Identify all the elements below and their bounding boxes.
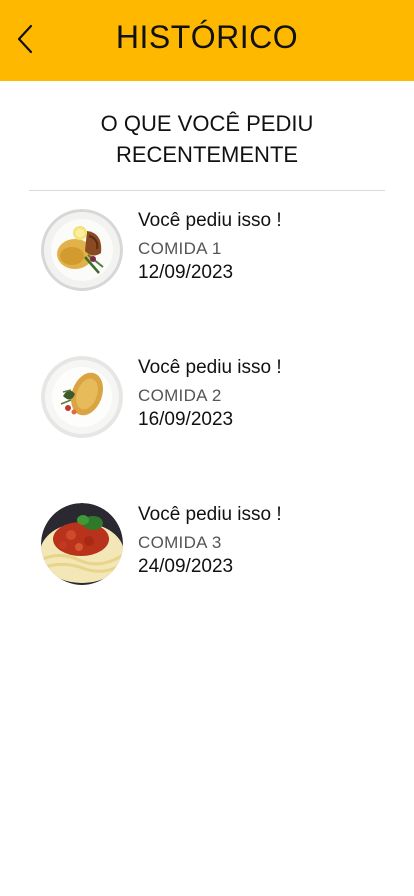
order-item-3[interactable]: Você pediu isso ! COMIDA 3 24/09/2023 <box>41 503 381 587</box>
food-image-2 <box>41 356 123 438</box>
order-date: 12/09/2023 <box>138 262 234 283</box>
chevron-left-icon <box>17 24 33 54</box>
order-message: Você pediu isso ! <box>138 357 282 378</box>
order-message: Você pediu isso ! <box>138 504 282 525</box>
order-item-2[interactable]: Você pediu isso ! COMIDA 2 16/09/2023 <box>41 356 381 440</box>
section-subtitle: O QUE VOCÊ PEDIU RECENTEMENTE <box>0 108 414 170</box>
food-image-1 <box>41 209 123 291</box>
order-message: Você pediu isso ! <box>138 210 282 231</box>
order-item-1[interactable]: Você pediu isso ! COMIDA 1 12/09/2023 <box>41 209 381 293</box>
order-date: 24/09/2023 <box>138 556 234 577</box>
page-title: HISTÓRICO <box>115 19 299 55</box>
subtitle-line-2: RECENTEMENTE <box>115 142 299 167</box>
divider <box>29 190 385 191</box>
subtitle-line-1: O QUE VOCÊ PEDIU <box>100 111 314 136</box>
back-button[interactable] <box>12 22 38 56</box>
order-name: COMIDA 1 <box>138 239 222 258</box>
order-date: 16/09/2023 <box>138 409 234 430</box>
app-header: HISTÓRICO <box>0 0 414 81</box>
food-image-3 <box>41 503 123 585</box>
order-name: COMIDA 3 <box>138 533 222 552</box>
order-name: COMIDA 2 <box>138 386 222 405</box>
